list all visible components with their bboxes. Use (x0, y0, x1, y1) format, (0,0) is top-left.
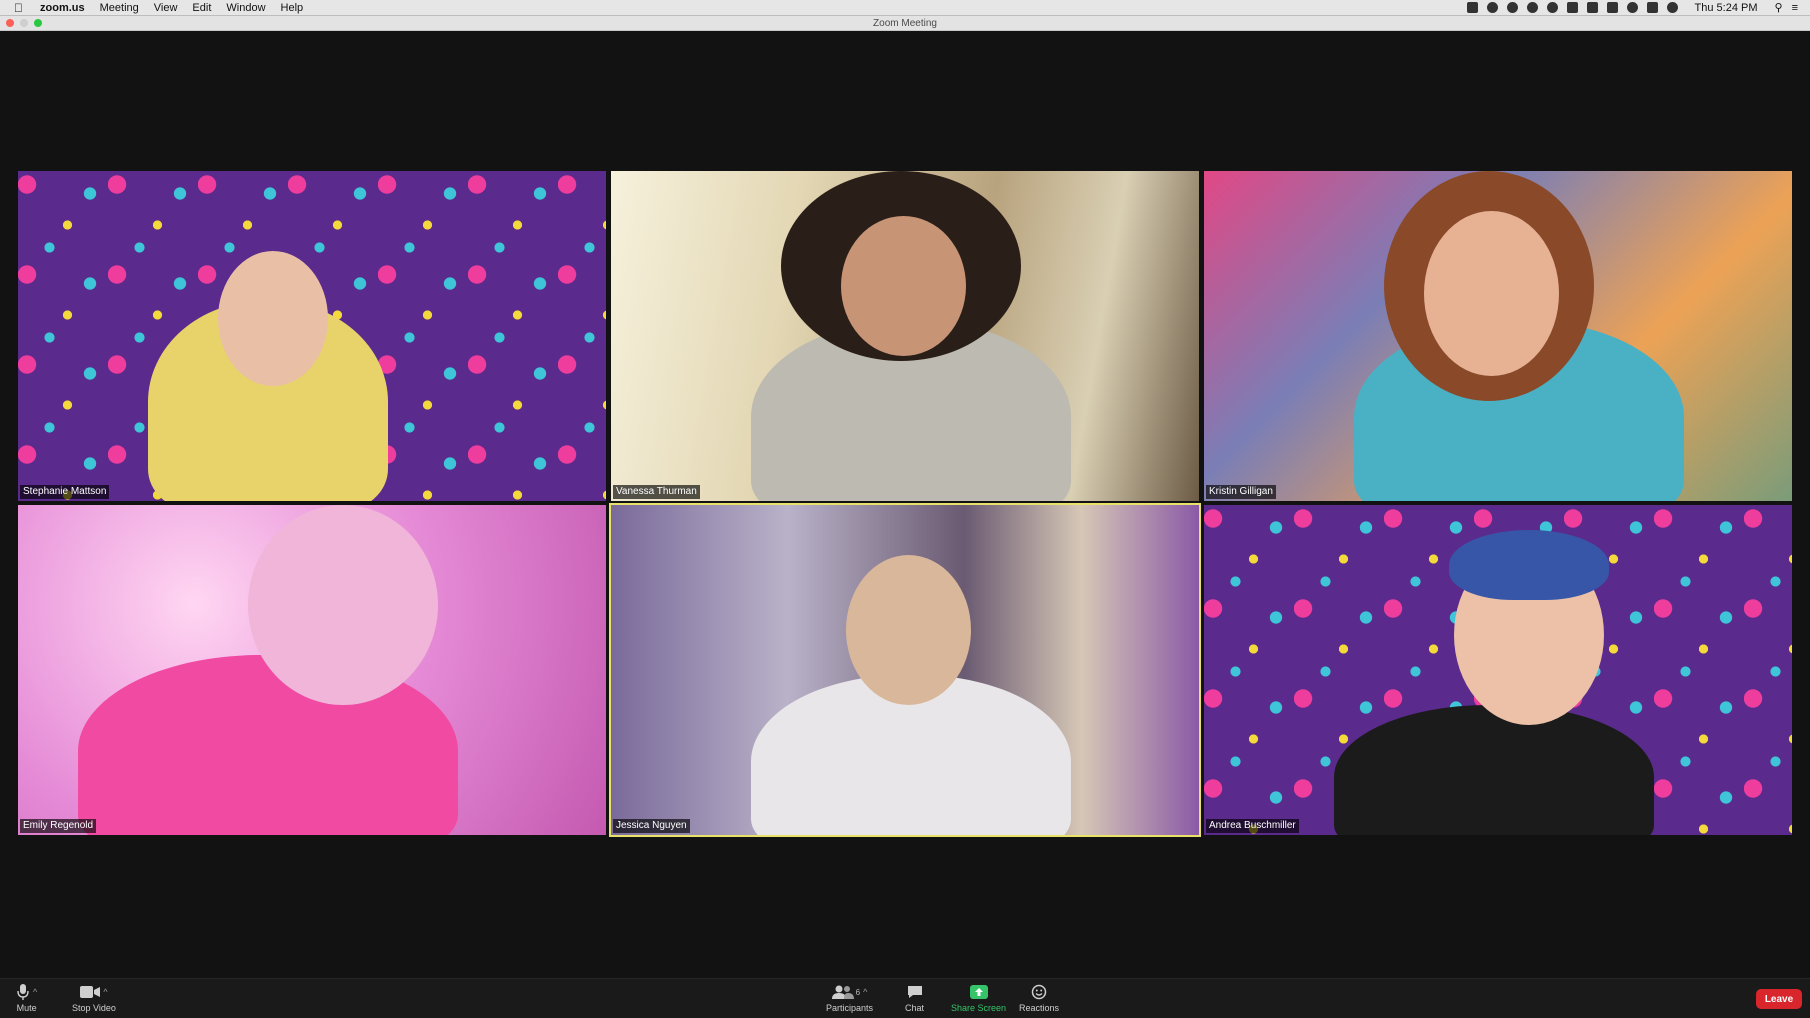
participant-name-label: Stephanie Mattson (20, 485, 110, 499)
reactions-smiley-icon (1031, 984, 1047, 1000)
participant-face (841, 216, 966, 356)
video-options-chevron-icon[interactable]: ^ (103, 987, 107, 997)
video-tile[interactable]: Stephanie Mattson (18, 171, 606, 501)
participant-face (846, 555, 971, 705)
participant-face (1424, 211, 1559, 376)
video-tile[interactable]: Andrea Buschmiller (1204, 505, 1792, 835)
meeting-controls: ^ Mute ^ Stop Video 6 ^ Participants Cha… (0, 978, 1810, 1018)
participant-video (1334, 705, 1654, 835)
participant-name-label: Vanessa Thurman (613, 485, 700, 499)
menubar-status-area: Thu 5:24 PM ⚲ ≡ (1466, 1, 1798, 14)
menubar:  zoom.us Meeting View Edit Window Help … (0, 0, 1810, 16)
window-title: Zoom Meeting (873, 17, 937, 29)
control-center-icon[interactable]: ≡ (1792, 2, 1798, 14)
participant-name-label: Andrea Buschmiller (1206, 819, 1299, 833)
spotlight-search-icon[interactable]: ⚲ (1775, 1, 1783, 14)
apple-menu-icon[interactable]:  (14, 1, 28, 15)
participant-headscarf (1449, 530, 1609, 600)
participant-name-label: Jessica Nguyen (613, 819, 690, 833)
menu-window[interactable]: Window (226, 2, 265, 14)
status-app-icon[interactable] (1466, 2, 1478, 13)
airplay-icon[interactable] (1606, 2, 1618, 13)
gallery-view: Stephanie Mattson Vanessa Thurman Kristi… (0, 31, 1810, 978)
participant-face (218, 251, 328, 386)
video-tile[interactable]: Kristin Gilligan (1204, 171, 1792, 501)
participants-button[interactable]: 6 ^ Participants (826, 983, 873, 1013)
participants-count: 6 (855, 987, 861, 997)
status-app-icon[interactable] (1626, 2, 1638, 13)
menubar-clock[interactable]: Thu 5:24 PM (1695, 2, 1758, 14)
stop-video-label: Stop Video (72, 1003, 116, 1013)
status-app-icon[interactable] (1586, 2, 1598, 13)
audio-options-chevron-icon[interactable]: ^ (33, 987, 37, 997)
video-tile[interactable]: Vanessa Thurman (611, 171, 1199, 501)
leave-meeting-button[interactable]: Leave (1756, 989, 1802, 1009)
participant-face (248, 505, 438, 705)
participant-name-label: Kristin Gilligan (1206, 485, 1276, 499)
video-tile-active-speaker[interactable]: Jessica Nguyen (609, 503, 1201, 837)
status-app-icon[interactable] (1526, 2, 1538, 13)
window-controls (6, 19, 42, 27)
participant-name-label: Emily Regenold (20, 819, 97, 833)
video-tile[interactable]: Emily Regenold (18, 505, 606, 835)
share-screen-icon (969, 985, 988, 999)
status-app-icon[interactable] (1506, 2, 1518, 13)
wifi-icon[interactable] (1666, 2, 1678, 13)
status-app-icon[interactable] (1546, 2, 1558, 13)
window-titlebar: Zoom Meeting (0, 16, 1810, 31)
menu-edit[interactable]: Edit (192, 2, 211, 14)
stop-video-button[interactable]: ^ Stop Video (72, 983, 116, 1013)
chat-bubble-icon (907, 986, 922, 998)
fullscreen-window-icon[interactable] (34, 19, 42, 27)
microphone-icon (17, 984, 29, 1000)
mute-label: Mute (16, 1003, 37, 1013)
chat-button[interactable]: Chat (905, 983, 924, 1013)
status-app-icon[interactable] (1486, 2, 1498, 13)
battery-icon[interactable] (1646, 2, 1658, 13)
reactions-label: Reactions (1019, 1003, 1060, 1013)
participants-label: Participants (826, 1003, 874, 1013)
menu-help[interactable]: Help (281, 2, 304, 14)
participants-options-chevron-icon[interactable]: ^ (863, 987, 867, 997)
participants-icon (831, 985, 854, 999)
reactions-button[interactable]: Reactions (1019, 983, 1059, 1013)
share-screen-button[interactable]: Share Screen (951, 983, 1006, 1013)
chat-label: Chat (905, 1003, 925, 1013)
minimize-window-icon[interactable] (20, 19, 28, 27)
close-window-icon[interactable] (6, 19, 14, 27)
menu-meeting[interactable]: Meeting (100, 2, 139, 14)
mute-button[interactable]: ^ Mute (16, 983, 37, 1013)
menu-view[interactable]: View (154, 2, 178, 14)
menu-app-name[interactable]: zoom.us (40, 2, 85, 14)
share-screen-label: Share Screen (951, 1003, 1007, 1013)
status-app-icon[interactable] (1566, 2, 1578, 13)
video-camera-icon (80, 986, 101, 998)
